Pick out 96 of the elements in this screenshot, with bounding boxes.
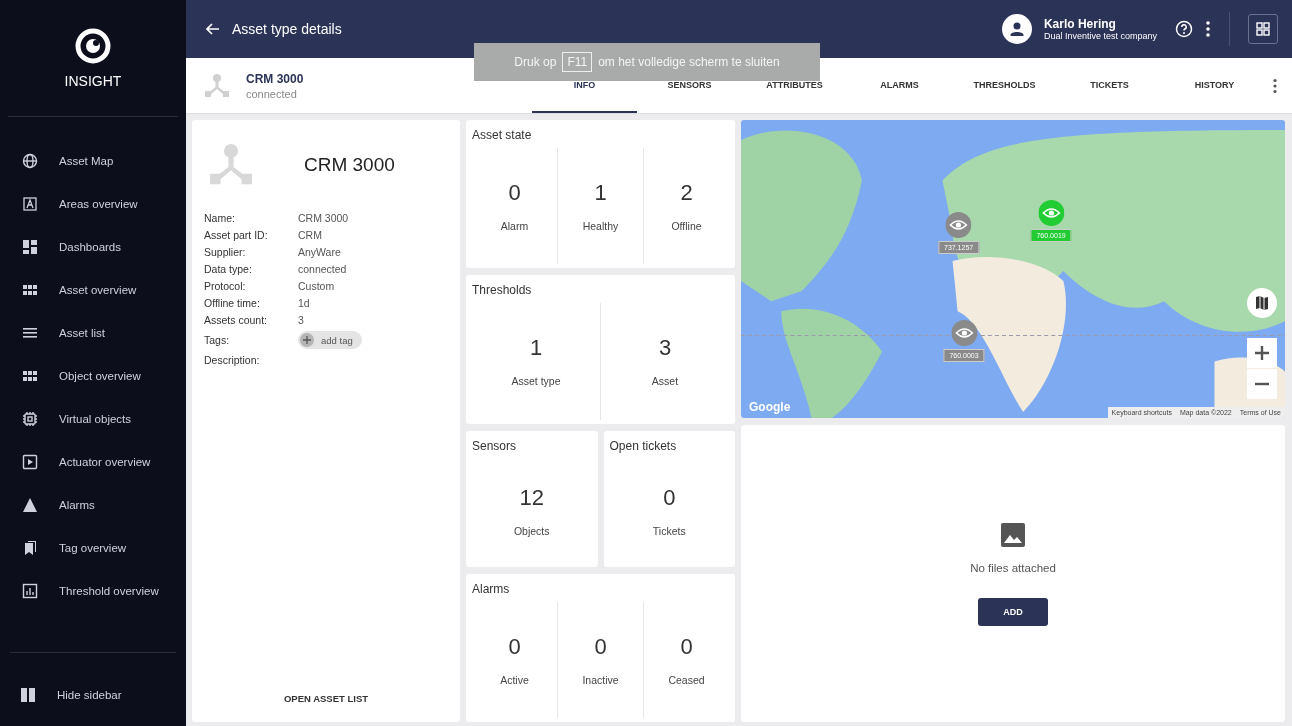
field-label: Offline time: (204, 297, 261, 309)
asset-type-icon (204, 73, 230, 98)
apps-button[interactable] (1248, 14, 1278, 44)
map-provider-logo: Google (749, 400, 791, 414)
card-title: Open tickets (609, 438, 678, 453)
card-title: Asset state (472, 128, 533, 142)
card-title: Sensors (472, 438, 518, 453)
field-label: Assets count: (204, 314, 269, 326)
key-label: F11 (562, 52, 593, 72)
field-value: Custom (298, 280, 336, 292)
add-tag-chip[interactable]: add tag (298, 331, 362, 349)
stat-label: Asset type (511, 375, 561, 388)
bookmark-icon (22, 539, 38, 556)
stat-value: 1 (594, 180, 607, 207)
asset-name: CRM 3000 (246, 71, 304, 86)
area-icon (22, 195, 38, 212)
card-title: Thresholds (472, 283, 533, 298)
chart-icon (22, 582, 38, 599)
field-value: AnyWare (298, 246, 342, 258)
globe-icon (22, 152, 38, 169)
eye-logo-icon (74, 27, 112, 65)
field-label: Tags: (204, 334, 231, 346)
empty-state-text: No files attached (970, 561, 1056, 574)
open-asset-list-button[interactable]: OPEN ASSET LIST (275, 689, 377, 708)
stat-value: 0 (680, 633, 693, 660)
asset-type-icon (208, 144, 254, 186)
user-name: Karlo Hering (1043, 17, 1117, 31)
minus-icon (1255, 382, 1269, 386)
stat-value: 0 (508, 633, 521, 660)
sidebar-item[interactable]: Asset Map (0, 139, 186, 182)
stat-label: Healthy (582, 220, 619, 233)
stat-value: 0 (594, 633, 607, 660)
warning-icon (22, 496, 38, 513)
asset-status: connected (246, 87, 298, 100)
more-icon[interactable] (1272, 77, 1278, 94)
field-label: Description: (204, 354, 261, 366)
stat-value: 1 (529, 335, 543, 362)
sidebar-item[interactable]: Asset list (0, 311, 186, 354)
zoom-in-button[interactable] (1247, 338, 1277, 368)
dashboard-icon (22, 238, 38, 255)
field-value: 1d (298, 297, 311, 309)
sidebar-item[interactable]: Actuator overview (0, 440, 186, 483)
stat-value: 0 (508, 180, 521, 207)
stat-value: 12 (519, 484, 544, 511)
sidebar-item[interactable]: Tag overview (0, 526, 186, 569)
brand-name: INSIGHT (64, 73, 122, 89)
field-label: Asset part ID: (204, 229, 269, 241)
apps-grid-icon (1256, 22, 1270, 36)
stat-label: Inactive (582, 673, 619, 686)
image-icon (1000, 521, 1026, 548)
back-arrow-icon[interactable] (206, 23, 220, 35)
sidebar-item[interactable]: Virtual objects (0, 397, 186, 440)
map-icon (1255, 295, 1269, 311)
stat-label: Tickets (652, 524, 686, 537)
stat-label: Ceased (668, 673, 705, 686)
sidebar-item[interactable]: Object overview (0, 354, 186, 397)
chip-icon (22, 410, 38, 427)
help-icon[interactable] (1175, 20, 1193, 38)
tab[interactable]: THRESHOLDS (952, 58, 1057, 113)
tab[interactable]: ALARMS (847, 58, 952, 113)
tab[interactable]: TICKETS (1057, 58, 1162, 113)
plus-icon (300, 333, 314, 347)
zoom-out-button[interactable] (1247, 369, 1277, 399)
add-button[interactable]: ADD (978, 597, 1048, 626)
sidebar-item[interactable]: Asset overview (0, 268, 186, 311)
hide-sidebar-button[interactable]: Hide sidebar (10, 673, 176, 716)
stat-label: Offline (671, 220, 702, 233)
stat-label: Alarm (500, 220, 529, 233)
sidebar-item[interactable]: Dashboards (0, 225, 186, 268)
asset-title: CRM 3000 (304, 154, 395, 176)
stat-value: 0 (663, 484, 676, 511)
stat-label: Objects (513, 524, 550, 537)
sidebar-item[interactable]: Areas overview (0, 182, 186, 225)
field-value: 3 (298, 314, 305, 326)
more-icon[interactable] (1205, 20, 1211, 38)
stat-label: Asset (651, 375, 679, 388)
stat-label: Active (500, 673, 529, 686)
field-label: Supplier: (204, 246, 247, 258)
avatar-icon[interactable] (1001, 14, 1032, 44)
field-label: Protocol: (204, 280, 247, 292)
card-title: Alarms (472, 581, 511, 596)
plus-icon (1255, 346, 1269, 360)
sidebar-item[interactable]: Threshold overview (0, 569, 186, 612)
field-label: Name: (204, 212, 236, 224)
field-value: CRM 3000 (298, 212, 350, 224)
field-value: connected (298, 263, 348, 275)
page-title: Asset type details (232, 21, 342, 37)
stat-value: 3 (658, 335, 672, 362)
sidebar-item[interactable]: Alarms (0, 483, 186, 526)
field-label: Data type: (204, 263, 253, 275)
field-value: CRM (298, 229, 323, 241)
tab[interactable]: HISTORY (1162, 58, 1267, 113)
stat-value: 2 (680, 180, 693, 207)
sidebar-panel-icon (20, 686, 36, 703)
company-name: Dual Inventive test company (1043, 31, 1157, 41)
play-icon (22, 453, 38, 470)
